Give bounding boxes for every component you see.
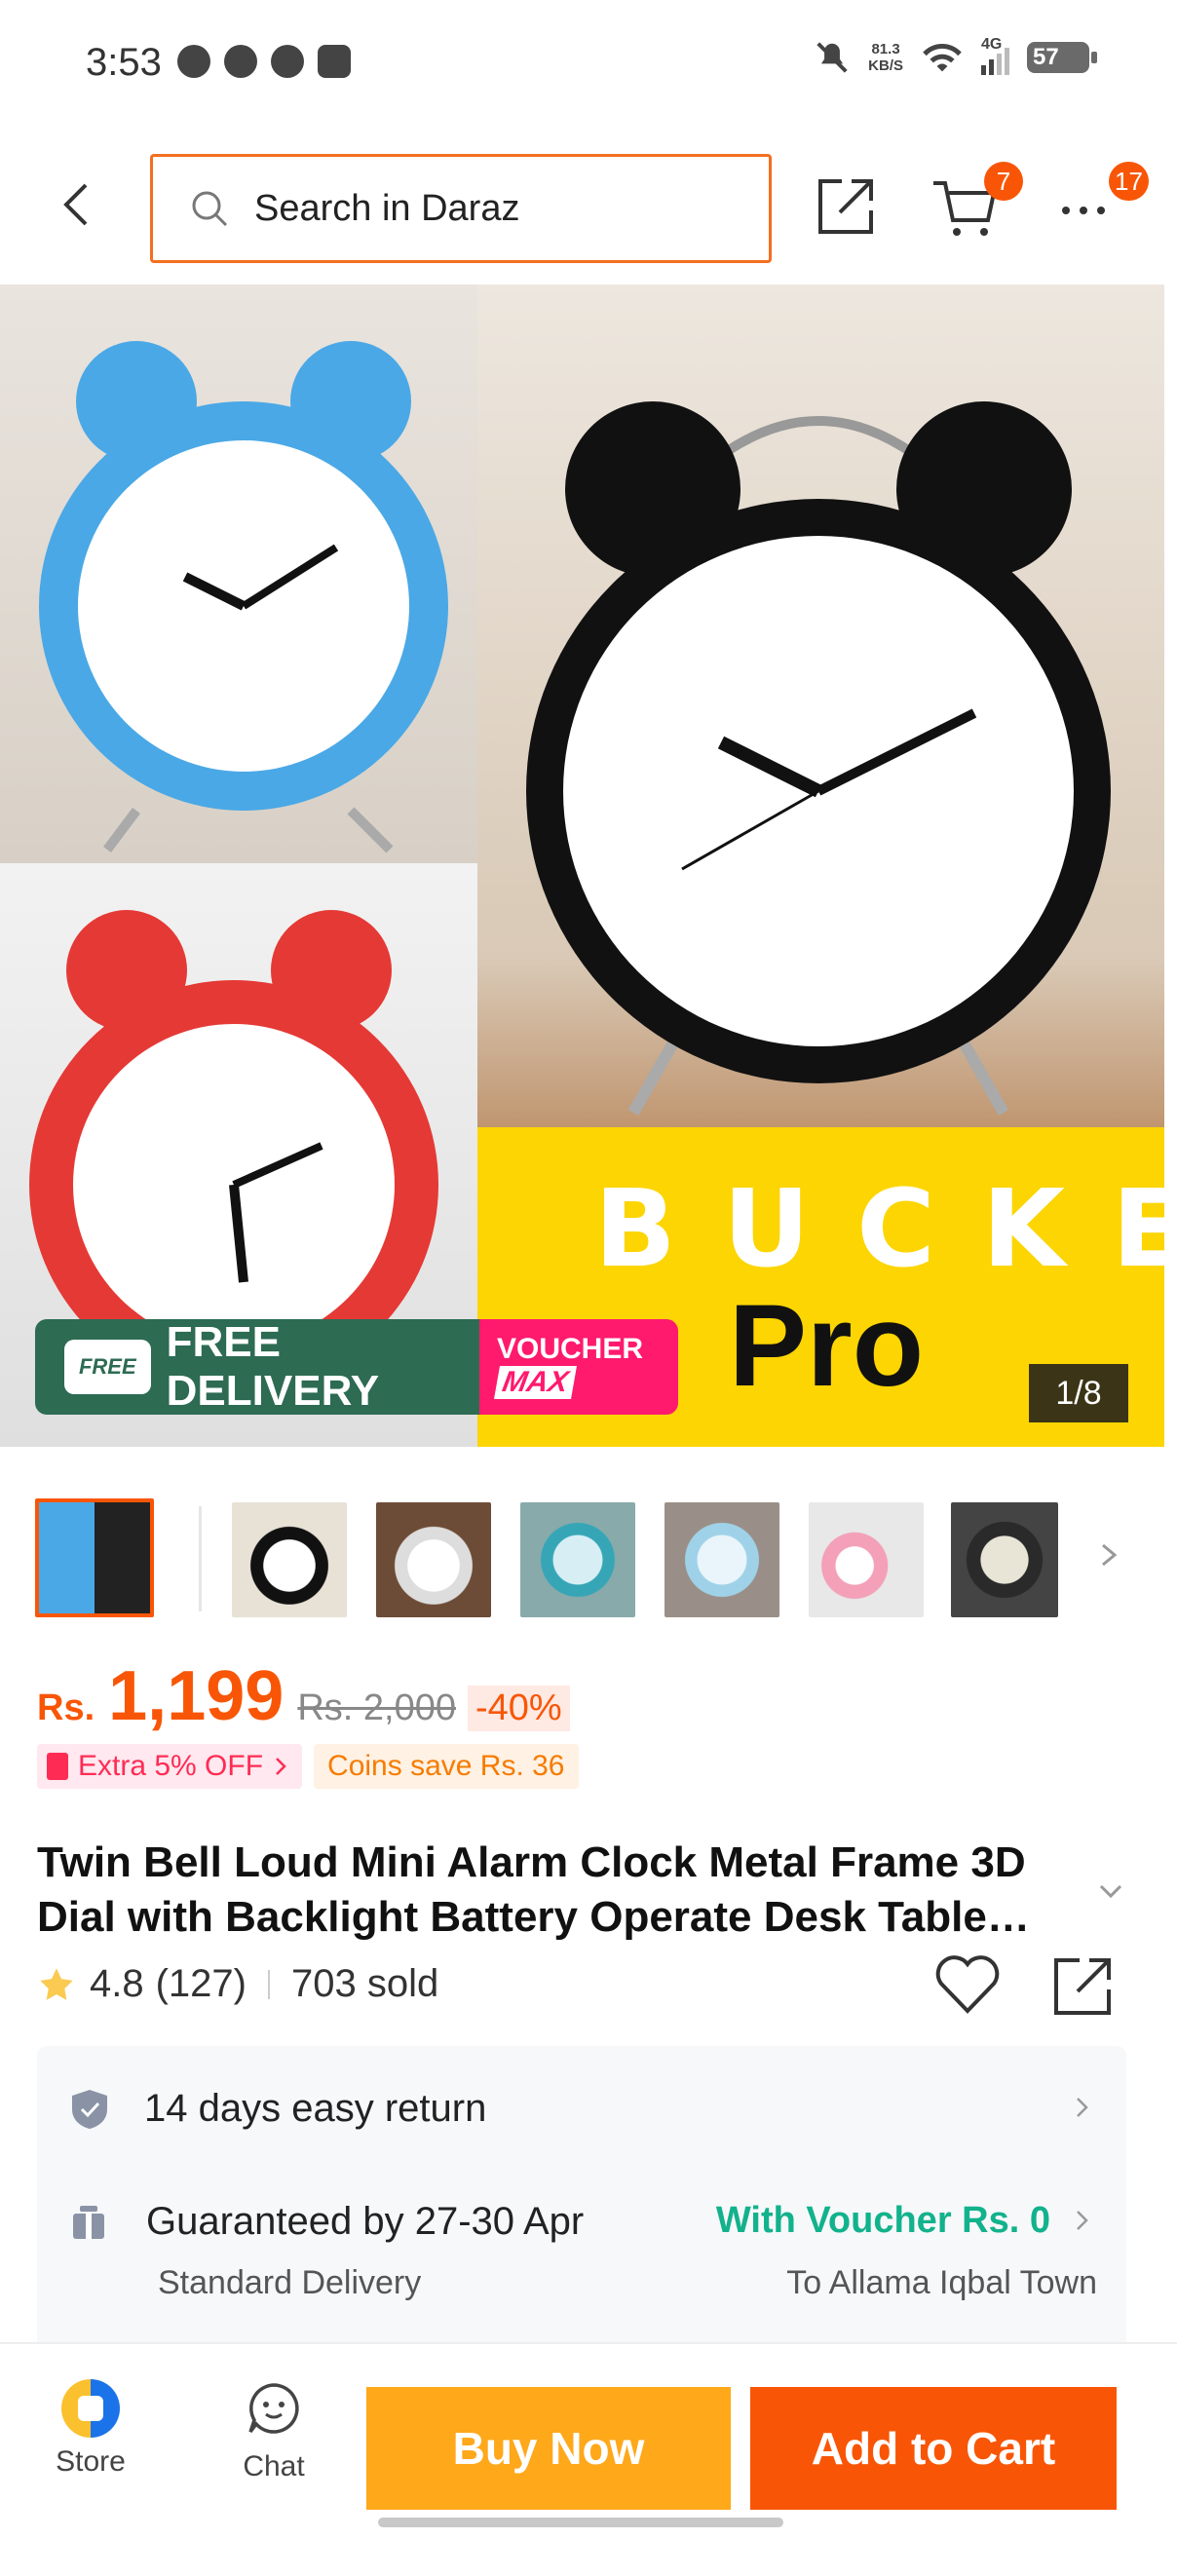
delivery-location[interactable]: To Allama Iqbal Town — [786, 2264, 1097, 2302]
top-header: Search in Daraz 7 17 — [0, 146, 1177, 273]
coins-promo[interactable]: Coins save Rs. 36 — [314, 1744, 579, 1789]
chevron-right-icon — [276, 1758, 286, 1775]
promo-row: Extra 5% OFF Coins save Rs. 36 — [37, 1744, 579, 1789]
status-time: 3:53 — [86, 41, 162, 84]
wifi-icon — [923, 43, 962, 72]
system-icons: 81.3 KB/S 4G 57 — [814, 36, 1097, 76]
thumbnail-1[interactable] — [35, 1498, 154, 1617]
chat-button[interactable]: Chat — [222, 2379, 325, 2483]
service-info-box: 14 days easy return Guaranteed by 27-30 … — [37, 2046, 1126, 2356]
share-icon[interactable] — [813, 173, 879, 240]
black-clock-image — [477, 284, 1164, 1127]
currency: Rs. — [37, 1687, 95, 1728]
current-price: 1,199 — [108, 1657, 285, 1735]
product-image-gallery[interactable]: BUCKET Pro FREE FREE DELIVERY VOUCHER MA… — [0, 284, 1164, 1447]
status-bar: 3:53 81.3 KB/S 4G 57 — [0, 0, 1177, 136]
more-icon — [1062, 207, 1105, 214]
return-label: 14 days easy return — [144, 2087, 487, 2130]
add-to-cart-button[interactable]: Add to Cart — [750, 2387, 1117, 2510]
voucher-line1: VOUCHER — [497, 1333, 644, 1365]
extra-off-promo[interactable]: Extra 5% OFF — [37, 1744, 303, 1789]
chat-label: Chat — [243, 2450, 305, 2482]
free-delivery-label: FREE DELIVERY — [166, 1318, 380, 1415]
net-speed-unit: KB/S — [868, 57, 903, 74]
free-delivery-badge: FREE FREE DELIVERY — [35, 1318, 479, 1415]
voucher-line2: MAX — [494, 1366, 577, 1399]
message-icon — [271, 45, 304, 78]
battery-level: 57 — [1033, 44, 1059, 70]
home-indicator[interactable] — [378, 2518, 783, 2527]
return-row[interactable]: 14 days easy return — [70, 2087, 486, 2131]
rating-value: 4.8 — [90, 1962, 144, 2005]
delivery-type: Standard Delivery — [158, 2264, 422, 2301]
missed-call-icon — [177, 45, 210, 78]
original-price: Rs. 2,000 — [297, 1687, 456, 1728]
net-speed-value: 81.3 — [871, 41, 900, 57]
net-speed: 81.3 KB/S — [868, 41, 903, 74]
chat-icon — [248, 2383, 299, 2434]
store-icon — [61, 2379, 120, 2438]
network-type: 4G — [981, 36, 1003, 53]
mute-icon — [816, 42, 848, 73]
package-icon — [73, 2205, 104, 2239]
cart-button[interactable]: 7 — [930, 162, 1023, 242]
search-input[interactable]: Search in Daraz — [150, 154, 772, 263]
thumbnail-7[interactable] — [951, 1502, 1058, 1617]
chevron-down-icon[interactable] — [1091, 1876, 1130, 1906]
snapchat-icon — [224, 45, 257, 78]
star-icon — [40, 1967, 73, 2000]
truck-icon: FREE — [64, 1340, 151, 1394]
store-label: Store — [56, 2445, 126, 2478]
shield-icon — [72, 2089, 107, 2129]
voucher-max-badge: VOUCHER MAX — [479, 1319, 678, 1415]
voucher-delivery-fee: With Voucher Rs. 0 — [715, 2200, 1050, 2241]
chevron-right-icon[interactable] — [1091, 1528, 1126, 1582]
discount-badge: -40% — [467, 1686, 570, 1731]
chevron-right-icon[interactable] — [1072, 2091, 1093, 2124]
back-icon[interactable] — [49, 175, 107, 234]
search-icon — [192, 191, 228, 227]
free-tag: FREE — [78, 1354, 136, 1379]
heart-icon[interactable] — [933, 1952, 1002, 2017]
more-badge: 17 — [1109, 162, 1149, 201]
signal-icon: 4G — [981, 36, 1009, 75]
thumbnail-5[interactable] — [664, 1502, 779, 1617]
bottom-action-bar: Store Chat Buy Now Add to Cart — [0, 2342, 1177, 2576]
cart-badge: 7 — [984, 162, 1023, 201]
brand-sub: Pro — [729, 1280, 925, 1411]
product-title: Twin Bell Loud Mini Alarm Clock Metal Fr… — [37, 1838, 1026, 1941]
thumbnail-strip — [0, 1498, 1177, 1619]
review-count: (127) — [155, 1962, 247, 2005]
coins-label: Coins save Rs. 36 — [327, 1750, 565, 1782]
thumbnail-4[interactable] — [520, 1502, 635, 1617]
voucher-icon — [47, 1753, 68, 1780]
sold-count: 703 sold — [291, 1962, 439, 2005]
brand-word: BUCKET — [594, 1166, 1164, 1291]
extra-off-label: Extra 5% OFF — [78, 1750, 264, 1782]
share-icon[interactable] — [1048, 1952, 1117, 2021]
thumbnail-6[interactable] — [809, 1502, 924, 1617]
thumbnail-3[interactable] — [376, 1502, 491, 1617]
delivery-row[interactable]: Guaranteed by 27-30 Apr — [70, 2200, 584, 2244]
notification-icons — [177, 45, 351, 78]
tiktok-icon — [318, 45, 351, 78]
thumbnail-2[interactable] — [232, 1502, 347, 1617]
rating-row[interactable]: 4.8 (127) 703 sold — [37, 1962, 438, 2006]
divider — [268, 1969, 270, 1999]
price-row: Rs. 1,199 Rs. 2,000 -40% — [37, 1656, 570, 1735]
blue-clock-image — [0, 284, 477, 863]
battery-icon: 57 — [1027, 42, 1097, 73]
chevron-right-icon[interactable] — [1072, 2204, 1093, 2237]
search-placeholder: Search in Daraz — [254, 187, 520, 229]
image-counter: 1/8 — [1029, 1364, 1128, 1422]
more-button[interactable]: 17 — [1058, 162, 1149, 242]
delivery-label: Guaranteed by 27-30 Apr — [146, 2200, 585, 2243]
buy-now-button[interactable]: Buy Now — [366, 2387, 731, 2510]
thumbnail-divider — [199, 1506, 202, 1611]
store-button[interactable]: Store — [39, 2379, 142, 2479]
